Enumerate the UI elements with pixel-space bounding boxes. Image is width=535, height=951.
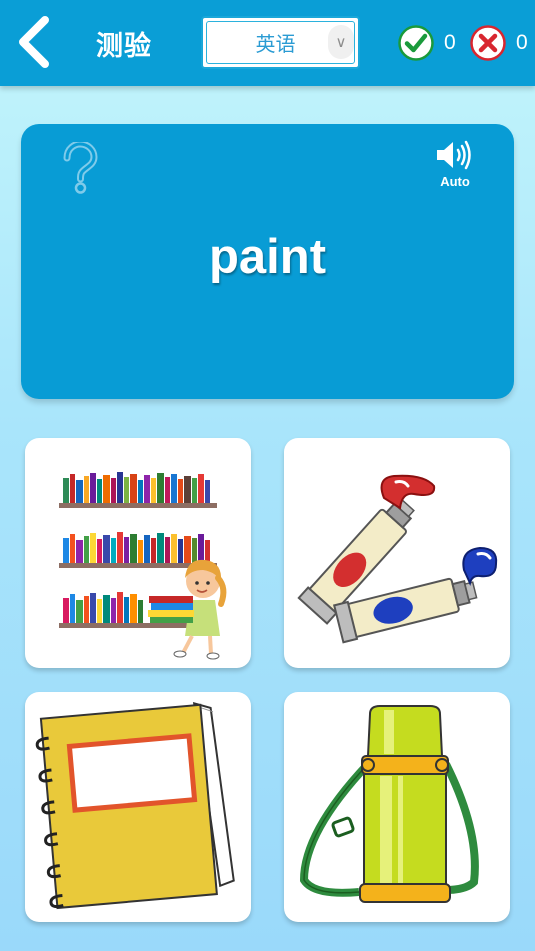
help-button[interactable] xyxy=(59,140,101,194)
chevron-down-icon[interactable]: ∨ xyxy=(328,25,354,59)
speaker-icon xyxy=(437,140,471,170)
question-icon xyxy=(63,140,98,194)
correct-score: 0 xyxy=(398,25,456,61)
wrong-count: 0 xyxy=(516,31,528,54)
answer-choice-bookshelf[interactable] xyxy=(25,438,251,668)
answer-choice-thermos[interactable] xyxy=(284,692,510,922)
answer-choice-notebook[interactable] xyxy=(25,692,251,922)
audio-button[interactable]: Auto xyxy=(433,139,477,195)
thermos-image xyxy=(299,705,479,903)
audio-auto-label: Auto xyxy=(440,174,470,189)
back-arrow-icon xyxy=(19,16,49,68)
word-card: Auto paint xyxy=(21,124,514,399)
paint-tubes-image xyxy=(297,474,498,644)
language-select-value: 英语 xyxy=(255,34,296,56)
back-button[interactable] xyxy=(8,12,58,72)
bookshelf-image xyxy=(59,472,227,660)
quiz-word: paint xyxy=(208,230,327,284)
notebook-image xyxy=(35,701,235,910)
cross-icon xyxy=(470,25,506,61)
top-bar: 测验 英语 ∨ 0 0 xyxy=(0,0,535,86)
correct-count: 0 xyxy=(444,31,456,54)
check-icon xyxy=(398,25,434,61)
language-select[interactable]: 英语 ∨ xyxy=(201,16,360,69)
wrong-score: 0 xyxy=(470,25,528,61)
page-title: 测验 xyxy=(96,31,152,61)
answer-choice-paint-tubes[interactable] xyxy=(284,438,510,668)
